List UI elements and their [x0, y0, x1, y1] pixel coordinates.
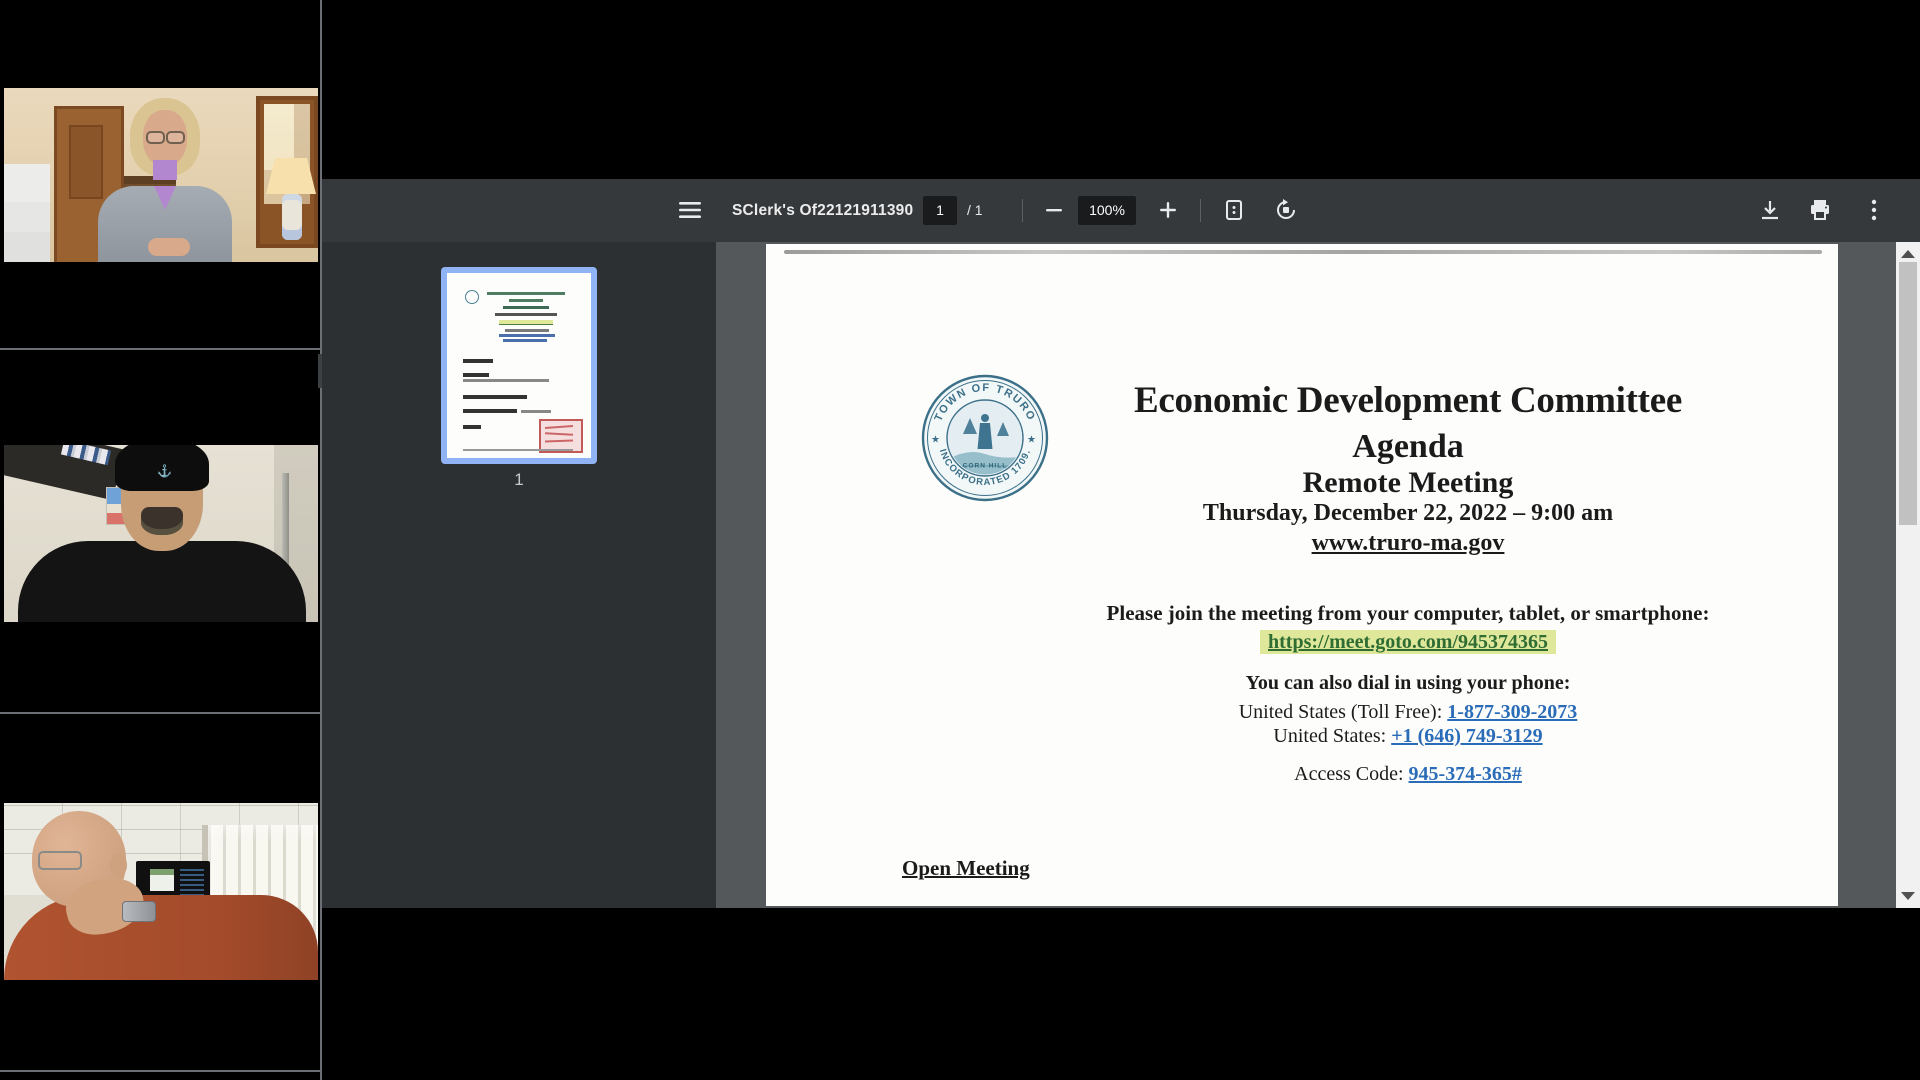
- hamburger-icon: [679, 201, 701, 219]
- glasses: [38, 851, 82, 870]
- glasses: [166, 131, 185, 144]
- doc-meeting-link-line: https://meet.goto.com/945374365: [916, 631, 1900, 654]
- zoom-out-button[interactable]: [1036, 192, 1072, 228]
- document-title: SClerk's Of22121911390: [732, 179, 913, 242]
- doc-agenda-line: Agenda: [916, 428, 1900, 466]
- goto-meeting-link[interactable]: https://meet.goto.com/945374365: [1260, 630, 1556, 654]
- thumb-text-line: [463, 425, 481, 429]
- thumb-text-line: [503, 306, 549, 309]
- print-icon: [1809, 199, 1831, 221]
- hoodie: [18, 541, 306, 622]
- door-panel: [69, 125, 103, 199]
- doc-website-link[interactable]: www.truro-ma.gov: [916, 530, 1900, 557]
- thumb-link-line: [499, 334, 555, 337]
- thumb-text-line: [463, 373, 489, 377]
- anchor-icon: ⚓: [157, 463, 171, 479]
- thumb-footer-line: [463, 449, 573, 451]
- thumb-red-stamp: [539, 419, 583, 453]
- zoom-level-display: 100%: [1078, 196, 1136, 225]
- us-phone-link[interactable]: +1 (646) 749-3129: [1391, 725, 1542, 747]
- fit-page-icon: [1223, 199, 1245, 221]
- thumb-text-line: [495, 313, 557, 316]
- lamp-base: [282, 194, 302, 240]
- thumb-text-line: [463, 409, 517, 413]
- access-label: Access Code:: [1294, 763, 1408, 785]
- doc-join-intro: Please join the meeting from your comput…: [916, 601, 1900, 626]
- participant-video-1[interactable]: [4, 88, 318, 262]
- tv-video-card: [150, 869, 174, 891]
- doc-remote-meeting-line: Remote Meeting: [916, 466, 1900, 500]
- us-label: United States:: [1273, 725, 1391, 747]
- page-count-label: / 1: [967, 179, 983, 242]
- thumbnail-page-label: 1: [322, 470, 716, 490]
- page-number-input[interactable]: 1: [923, 196, 957, 225]
- mustache: [141, 507, 183, 535]
- participant-separator: [0, 712, 320, 714]
- thumb-text-line: [463, 359, 493, 363]
- doc-us-line: United States: +1 (646) 749-3129: [916, 725, 1900, 748]
- doc-dial-header: You can also dial in using your phone:: [916, 672, 1900, 695]
- rotate-button[interactable]: [1268, 192, 1304, 228]
- document-page: TOWN OF TRURO INCORPORATED 1709. ★ ★ COR…: [766, 244, 1838, 906]
- more-options-button[interactable]: [1856, 192, 1892, 228]
- thumb-text-line: [521, 410, 551, 413]
- screen: ⚓ ‹ SClerk's Of2212191139: [0, 0, 1920, 1080]
- thumbnail-page-preview: [447, 273, 591, 458]
- doc-access-line: Access Code: 945-374-365#: [916, 763, 1900, 786]
- doc-tollfree-line: United States (Toll Free): 1-877-309-207…: [916, 701, 1900, 724]
- toolbar-separator: [1022, 199, 1023, 222]
- participant-video-3[interactable]: [4, 803, 318, 980]
- rotate-icon: [1275, 199, 1297, 221]
- thumb-text-line: [463, 395, 527, 399]
- thumb-text-line: [487, 292, 565, 295]
- thumb-highlight-line: [499, 320, 553, 325]
- thumbnail-sidebar: 1: [322, 242, 716, 908]
- thumb-text-line: [463, 379, 549, 382]
- ear: [110, 853, 127, 877]
- access-code-link[interactable]: 945-374-365#: [1409, 763, 1522, 785]
- doc-title-line: Economic Development Committee: [916, 379, 1900, 422]
- thumb-text-line: [509, 299, 543, 302]
- turtleneck: [153, 160, 177, 180]
- doc-date-line: Thursday, December 22, 2022 – 9:00 am: [916, 500, 1900, 527]
- page-1-thumbnail[interactable]: [441, 267, 597, 464]
- menu-button[interactable]: [672, 192, 708, 228]
- vertical-scrollbar[interactable]: [1896, 242, 1920, 908]
- cabinet: [4, 164, 50, 262]
- beanie-hat: ⚓: [115, 445, 209, 491]
- download-icon: [1760, 200, 1780, 220]
- toolbar-separator: [1200, 199, 1201, 222]
- tollfree-phone-link[interactable]: 1-877-309-2073: [1447, 701, 1577, 723]
- scan-artifact: [784, 250, 1822, 254]
- print-button[interactable]: [1802, 192, 1838, 228]
- wrist-watch: [122, 901, 156, 922]
- glasses: [146, 131, 165, 144]
- pdf-toolbar: SClerk's Of22121911390 1 / 1 100%: [322, 179, 1920, 242]
- tollfree-label: United States (Toll Free):: [1239, 701, 1448, 723]
- minus-icon: [1046, 202, 1062, 218]
- plus-icon: [1160, 202, 1176, 218]
- participant-separator: [0, 348, 320, 350]
- thumb-text-line: [505, 329, 549, 332]
- screen-share-top-letterbox: [322, 0, 1920, 179]
- participants-panel: ⚓: [0, 0, 322, 1080]
- scrollbar-thumb[interactable]: [1899, 262, 1917, 525]
- scroll-up-arrow[interactable]: [1901, 250, 1915, 258]
- download-button[interactable]: [1752, 192, 1788, 228]
- participant-separator: [0, 1070, 320, 1072]
- zoom-in-button[interactable]: [1150, 192, 1186, 228]
- sweater: [4, 895, 318, 980]
- kebab-menu-icon: [1871, 199, 1877, 221]
- doc-section-heading: Open Meeting: [902, 856, 1030, 881]
- participant-video-2[interactable]: ⚓: [4, 445, 318, 622]
- hands: [148, 238, 190, 256]
- thumb-link-line: [503, 339, 547, 342]
- screen-share-bottom-letterbox: [322, 908, 1920, 1080]
- scroll-down-arrow[interactable]: [1901, 892, 1915, 900]
- thumb-seal: [465, 290, 479, 304]
- fit-page-button[interactable]: [1216, 192, 1252, 228]
